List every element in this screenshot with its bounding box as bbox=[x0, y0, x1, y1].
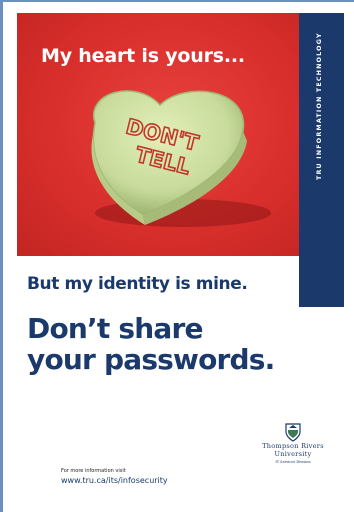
cta-line2: your passwords. bbox=[27, 343, 275, 376]
logo-subtitle: IT Services Division bbox=[275, 460, 311, 464]
university-logo: Thompson Rivers University IT Services D… bbox=[243, 422, 343, 482]
poster: My heart is yours... DON'T TELL TRU INFO… bbox=[0, 0, 354, 512]
tagline: But my identity is mine. bbox=[27, 274, 248, 294]
candy-heart-image: DON'T TELL bbox=[65, 83, 275, 233]
call-to-action: Don’t share your passwords. bbox=[27, 313, 275, 375]
logo-line1: Thompson Rivers bbox=[262, 442, 324, 450]
sidebar-label: TRU INFORMATION TECHNOLOGY bbox=[316, 32, 323, 180]
logo-line2: University bbox=[274, 450, 312, 458]
more-info-label: For more information visit bbox=[61, 468, 126, 474]
headline: My heart is yours... bbox=[41, 45, 245, 67]
candy-heart-photo: My heart is yours... DON'T TELL bbox=[17, 13, 299, 256]
cta-line1: Don’t share bbox=[27, 312, 203, 345]
crest-icon bbox=[285, 423, 301, 442]
info-url-link[interactable]: www.tru.ca/its/infosecurity bbox=[61, 476, 168, 485]
